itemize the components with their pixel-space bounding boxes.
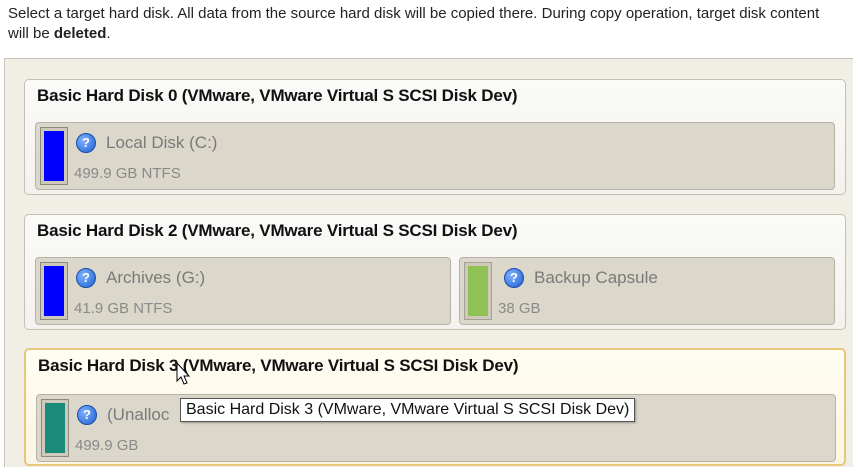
partition-usage-bar bbox=[40, 262, 68, 320]
question-icon[interactable]: ? bbox=[76, 133, 96, 153]
partition-info: 38 GB bbox=[498, 300, 541, 317]
instructions-end: . bbox=[106, 25, 111, 42]
instructions-bold: deleted bbox=[53, 25, 107, 42]
partition-name: Backup Capsule bbox=[534, 268, 658, 287]
partition-color-swatch bbox=[45, 403, 65, 453]
partition-color-swatch bbox=[44, 266, 64, 316]
question-icon[interactable]: ? bbox=[77, 405, 97, 425]
partition-tile[interactable]: ? Archives (G:) 41.9 GB NTFS bbox=[35, 257, 451, 325]
partition-tile[interactable]: ? Local Disk (C:) 499.9 GB NTFS bbox=[35, 122, 835, 190]
disk-tooltip: Basic Hard Disk 3 (VMware, VMware Virtua… bbox=[180, 398, 636, 422]
partition-usage-bar bbox=[464, 262, 492, 320]
partition-name: Local Disk (C:) bbox=[106, 133, 218, 152]
disk-title: Basic Hard Disk 2 (VMware, VMware Virtua… bbox=[37, 221, 518, 240]
question-icon[interactable]: ? bbox=[504, 268, 524, 288]
mouse-cursor-icon bbox=[176, 362, 191, 385]
partition-color-swatch bbox=[468, 266, 488, 316]
instructions-main: Select a target hard disk. All data from… bbox=[8, 5, 820, 42]
partition-info: 499.9 GB bbox=[75, 437, 139, 454]
disk-card-2[interactable]: Basic Hard Disk 2 (VMware, VMware Virtua… bbox=[24, 214, 846, 330]
disk-card-0[interactable]: Basic Hard Disk 0 (VMware, VMware Virtua… bbox=[24, 79, 846, 195]
partition-name: Archives (G:) bbox=[106, 268, 206, 287]
partition-name: (Unalloc bbox=[107, 405, 170, 424]
instructions-text: Select a target hard disk. All data from… bbox=[8, 4, 844, 44]
partition-info: 499.9 GB NTFS bbox=[74, 165, 181, 182]
partition-tile[interactable]: ? Backup Capsule 38 GB bbox=[459, 257, 835, 325]
disk-title: Basic Hard Disk 0 (VMware, VMware Virtua… bbox=[37, 86, 518, 105]
partition-usage-bar bbox=[40, 127, 68, 185]
question-icon[interactable]: ? bbox=[76, 268, 96, 288]
partition-color-swatch bbox=[44, 131, 64, 181]
partition-info: 41.9 GB NTFS bbox=[74, 300, 173, 317]
partition-usage-bar bbox=[41, 399, 69, 457]
disk-title: Basic Hard Disk 3 (VMware, VMware Virtua… bbox=[38, 356, 519, 375]
